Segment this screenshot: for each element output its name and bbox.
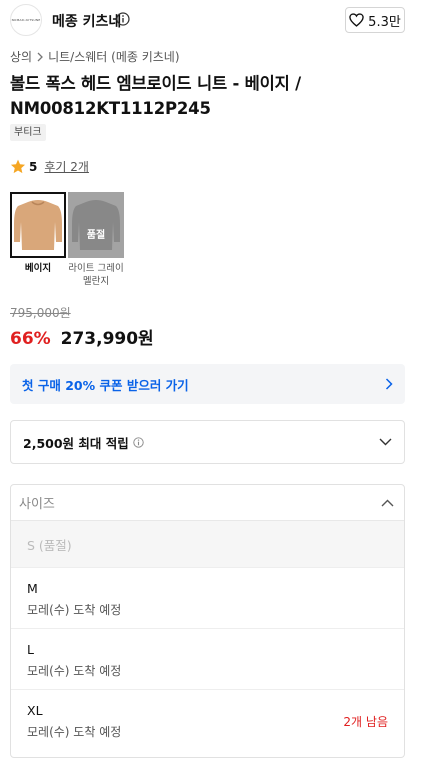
size-select-placeholder: 사이즈 [19, 497, 55, 512]
size-option-name: M [27, 581, 38, 596]
chevron-right-icon [37, 52, 44, 61]
coupon-text: 첫 구매 20% 쿠폰 받으러 가기 [22, 377, 189, 393]
points-text: 2,500원 최대 적립 [23, 435, 129, 451]
like-button[interactable]: 5.3만 [345, 7, 405, 33]
heart-icon [349, 13, 364, 27]
chevron-down-icon [379, 438, 392, 446]
size-select-header[interactable]: 사이즈 [11, 485, 404, 521]
size-option-name: L [27, 642, 34, 657]
boutique-tag: 부티크 [10, 124, 46, 141]
breadcrumb-item-subcategory[interactable]: 니트/스웨터 (메종 키츠네) [48, 48, 179, 65]
stock-remaining: 2개 남음 [343, 715, 388, 729]
color-label: 라이트 그레이 멜란지 [68, 263, 124, 287]
size-select[interactable]: 사이즈 S (품절) M 모레(수) 도착 예정 L 모레(수) 도착 예정 X… [10, 484, 405, 758]
rating: 5 후기 2개 [10, 158, 89, 175]
review-link[interactable]: 후기 2개 [44, 158, 89, 175]
sale-price: 273,990원 [60, 329, 154, 349]
brand-name[interactable]: 메종 키츠네 [52, 11, 121, 31]
original-price: 795,000원 [10, 306, 71, 320]
points-accordion[interactable]: 2,500원 최대 적립 [10, 420, 405, 464]
chevron-right-icon [385, 378, 393, 390]
coupon-banner[interactable]: 첫 구매 20% 쿠폰 받으러 가기 [10, 364, 405, 404]
soldout-label: 품절 [86, 229, 106, 241]
color-label: 베이지 [24, 263, 52, 274]
sweater-thumbnail [10, 192, 66, 258]
size-option-name: S (품절) [27, 537, 72, 553]
size-option-l[interactable]: L 모레(수) 도착 예정 [11, 629, 404, 690]
delivery-estimate: 모레(수) 도착 예정 [27, 664, 122, 678]
sale-price-row: 66% 273,990원 [10, 324, 154, 349]
size-option-name: XL [27, 703, 43, 718]
info-icon[interactable] [116, 12, 130, 26]
brand-logo-text: NOMAD•KITSUNE [11, 18, 41, 22]
breadcrumb: 상의 니트/스웨터 (메종 키츠네) [10, 48, 180, 65]
brand-header: NOMAD•KITSUNE 메종 키츠네 5.3만 [0, 0, 432, 40]
points-label-group: 2,500원 최대 적립 [23, 433, 144, 452]
size-option-s: S (품절) [11, 521, 404, 568]
size-option-m[interactable]: M 모레(수) 도착 예정 [11, 568, 404, 629]
delivery-estimate: 모레(수) 도착 예정 [27, 603, 122, 617]
product-title: 볼드 폭스 헤드 엠브로이드 니트 - 베이지 / NM00812KT1112P… [10, 74, 301, 118]
chevron-up-icon [381, 499, 394, 506]
rating-score: 5 [29, 159, 38, 174]
sweater-thumbnail: 품절 [68, 192, 124, 258]
soldout-overlay: 품절 [68, 192, 124, 258]
size-option-xl[interactable]: XL 모레(수) 도착 예정 2개 남음 [11, 690, 404, 751]
like-count: 5.3만 [368, 14, 401, 30]
breadcrumb-item-category[interactable]: 상의 [10, 48, 32, 65]
discount-rate: 66% [10, 329, 51, 349]
star-icon [10, 159, 26, 174]
color-option-beige[interactable]: 베이지 [10, 192, 66, 275]
brand-logo[interactable]: NOMAD•KITSUNE [10, 4, 42, 36]
delivery-estimate: 모레(수) 도착 예정 [27, 725, 122, 739]
info-icon[interactable] [133, 436, 144, 448]
color-option-light-grey[interactable]: 품절 라이트 그레이 멜란지 [68, 192, 124, 288]
